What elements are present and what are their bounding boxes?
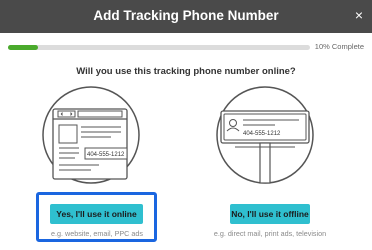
use-online-button[interactable]: Yes, I'll use it online (50, 204, 143, 224)
progress-label: 10% Complete (314, 42, 364, 51)
close-icon[interactable]: × (355, 7, 363, 23)
progress-fill (8, 45, 39, 50)
dialog-header: Add Tracking Phone Number × (0, 0, 372, 33)
billboard-icon: 404-555-1212 (216, 86, 314, 184)
progress-bar (8, 45, 310, 50)
online-phone-sample: 404-555-1212 (87, 152, 125, 158)
dialog-title: Add Tracking Phone Number (93, 8, 279, 23)
online-hint: e.g. website, email, PPC ads (51, 229, 143, 238)
browser-window-icon: 404-555-1212 (42, 86, 140, 184)
offline-hint: e.g. direct mail, print ads, television (213, 229, 327, 238)
use-offline-button[interactable]: No, I'll use it offline (230, 204, 310, 224)
offline-phone-sample: 404-555-1212 (243, 131, 281, 137)
question-text: Will you use this tracking phone number … (76, 66, 296, 77)
